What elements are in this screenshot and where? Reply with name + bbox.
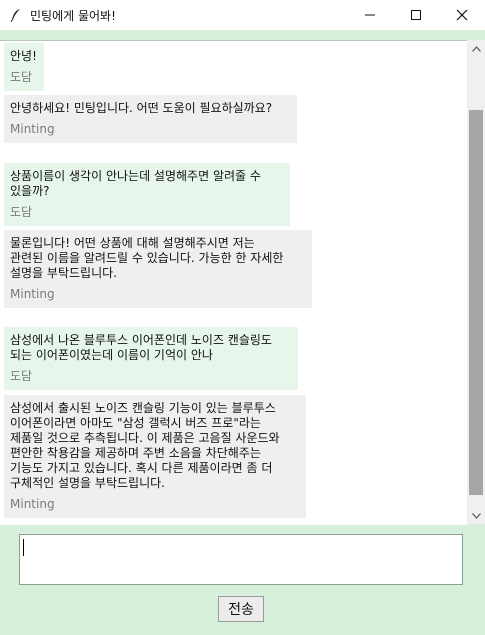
sender-name: 도담	[10, 205, 33, 219]
message-text: 삼성에서 나온 블루투스 이어폰인데 노이즈 캔슬링도 되는 이어폰이였는데 이…	[10, 333, 272, 362]
minimize-button[interactable]	[347, 0, 393, 30]
chevron-up-icon	[471, 45, 481, 52]
sender-name: 도담	[10, 70, 33, 84]
bot-message: 물론입니다! 어떤 상품에 대해 설명해주시면 저는 관련된 이름을 알려드릴 …	[4, 230, 312, 308]
chat-scrollbar[interactable]	[467, 40, 485, 524]
sender-name: Minting	[10, 287, 55, 301]
minimize-icon	[365, 14, 375, 16]
message-text: 상품이름이 생각이 안나는데 설명해주면 알려줄 수 있을까?	[10, 169, 261, 198]
message-text: 안녕하세요! 민팅입니다. 어떤 도움이 필요하실까요?	[10, 101, 273, 115]
user-message: 삼성에서 나온 블루투스 이어폰인데 노이즈 캔슬링도 되는 이어폰이였는데 이…	[4, 327, 298, 390]
maximize-button[interactable]	[393, 0, 439, 30]
text-caret	[23, 539, 24, 556]
scroll-up-arrow[interactable]	[467, 40, 485, 57]
user-message: 상품이름이 생각이 안나는데 설명해주면 알려줄 수 있을까? 도담	[4, 163, 290, 226]
message-input[interactable]	[19, 534, 463, 585]
message-text: 삼성에서 출시된 노이즈 캔슬링 기능이 있는 블루투스 이어폰이라면 아마도 …	[10, 401, 280, 490]
scroll-down-arrow[interactable]	[467, 507, 485, 524]
bot-message: 삼성에서 출시된 노이즈 캔슬링 기능이 있는 블루투스 이어폰이라면 아마도 …	[4, 395, 306, 518]
message-text: 안녕!	[10, 49, 37, 63]
sender-name: 도담	[10, 369, 33, 383]
user-message: 안녕! 도담	[4, 43, 44, 91]
close-button[interactable]	[439, 0, 485, 30]
title-bar: 민팅에게 물어봐!	[0, 0, 485, 30]
chat-history[interactable]: 안녕! 도담 안녕하세요! 민팅입니다. 어떤 도움이 필요하실까요? Mint…	[0, 40, 467, 525]
sender-name: Minting	[10, 122, 55, 136]
send-button[interactable]: 전송	[218, 596, 264, 622]
window-title: 민팅에게 물어봐!	[30, 8, 116, 23]
bot-message: 안녕하세요! 민팅입니다. 어떤 도움이 필요하실까요? Minting	[4, 95, 297, 143]
scroll-thumb[interactable]	[469, 110, 483, 495]
feather-icon	[4, 0, 28, 30]
close-icon	[456, 9, 468, 21]
maximize-icon	[411, 10, 421, 20]
chevron-down-icon	[471, 512, 481, 519]
sender-name: Minting	[10, 497, 55, 511]
message-text: 물론입니다! 어떤 상품에 대해 설명해주시면 저는 관련된 이름을 알려드릴 …	[10, 236, 284, 280]
